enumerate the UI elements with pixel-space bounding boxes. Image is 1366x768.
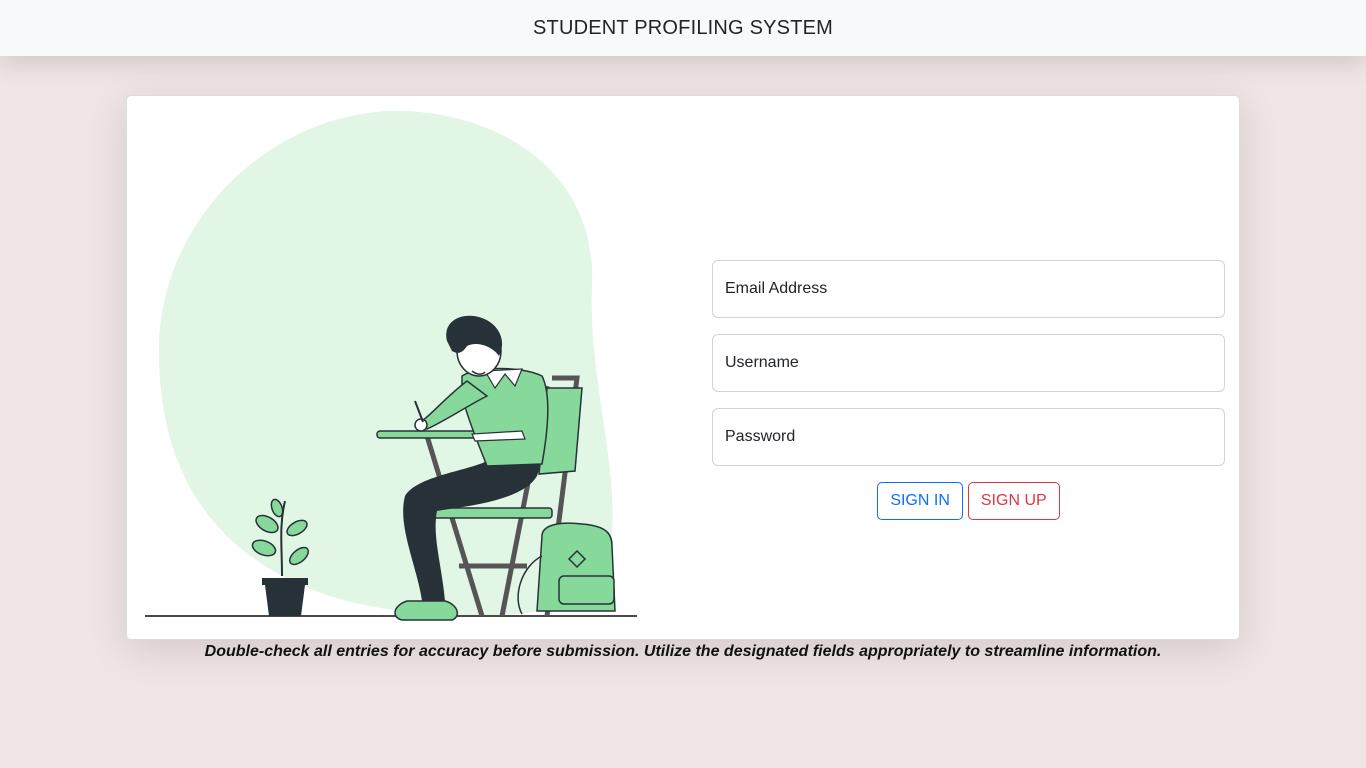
login-form: SIGN IN SIGN UP — [712, 260, 1225, 520]
email-field[interactable] — [712, 260, 1225, 318]
form-buttons: SIGN IN SIGN UP — [712, 482, 1225, 520]
top-navbar: STUDENT PROFILING SYSTEM — [0, 0, 1366, 56]
username-field[interactable] — [712, 334, 1225, 392]
password-field[interactable] — [712, 408, 1225, 466]
login-card: SIGN IN SIGN UP — [126, 95, 1240, 640]
sign-in-button[interactable]: SIGN IN — [877, 482, 963, 520]
student-writing-illustration — [145, 110, 637, 621]
app-title: STUDENT PROFILING SYSTEM — [532, 16, 834, 39]
footer-notice: Double-check all entries for accuracy be… — [204, 643, 1162, 660]
sign-up-button[interactable]: SIGN UP — [967, 482, 1060, 520]
